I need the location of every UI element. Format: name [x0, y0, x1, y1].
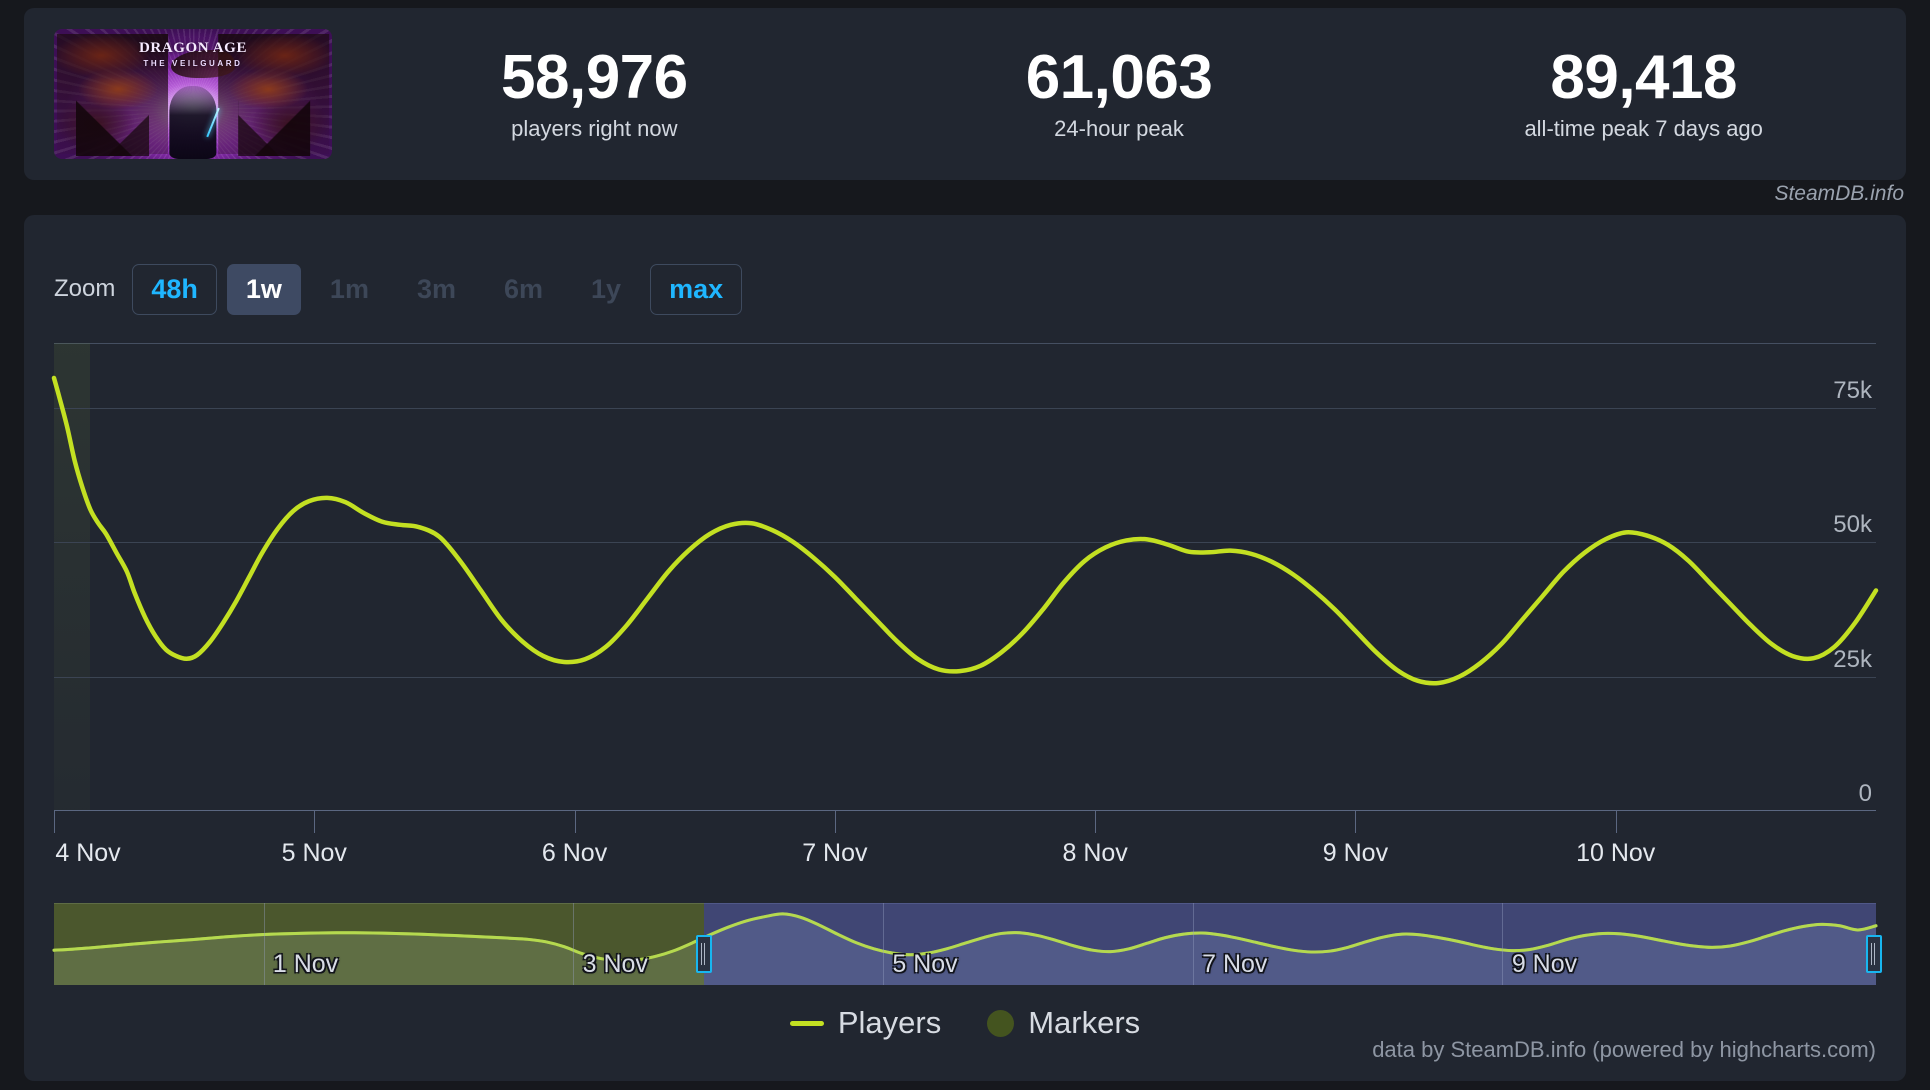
stat-label: 24-hour peak — [1054, 116, 1184, 142]
legend-item-players[interactable]: Players — [789, 1005, 942, 1041]
x-axis-tick-label: 5 Nov — [281, 839, 347, 867]
markers-dot-swatch-icon — [987, 1009, 1015, 1037]
stat-value: 89,418 — [1550, 42, 1737, 112]
x-axis-tick — [1615, 811, 1617, 833]
stats-card: DRAGON AGE THE VEILGUARD 58,976 players … — [24, 8, 1906, 180]
x-axis-tick-label: 4 Nov — [55, 839, 121, 867]
y-axis-tick-label: 25k — [1833, 645, 1872, 673]
chart-card: Zoom 48h 1w 1m 3m 6m 1y max 0 25k 50k 75k 4… — [24, 215, 1906, 1081]
navigator-gridline — [573, 903, 575, 985]
navigator-gridline — [1192, 903, 1194, 985]
y-axis-tick-label: 0 — [1858, 780, 1872, 807]
players-line-swatch-icon — [789, 1020, 824, 1026]
navigator[interactable]: 1 Nov 3 Nov 5 Nov 7 Nov 9 Nov — [54, 903, 1882, 985]
chart-legend: Players Markers — [24, 1005, 1906, 1041]
zoom-button-3m[interactable]: 3m — [398, 264, 475, 315]
legend-item-markers[interactable]: Markers — [987, 1005, 1140, 1041]
x-axis-tick — [574, 811, 576, 833]
zoom-button-1w[interactable]: 1w — [226, 263, 301, 315]
y-axis-tick-label: 75k — [1833, 376, 1872, 404]
x-axis-tick — [1095, 811, 1097, 833]
x-axis-tick — [834, 811, 836, 833]
x-axis-tick-label: 9 Nov — [1322, 839, 1389, 867]
main-plot-area[interactable]: 0 25k 50k 75k — [54, 343, 1876, 811]
zoom-button-max[interactable]: max — [650, 263, 743, 315]
navigator-gridline — [883, 903, 884, 985]
stat-all-time-peak: 89,418 all-time peak 7 days ago — [1381, 42, 1906, 142]
zoom-button-48h[interactable]: 48h — [132, 263, 217, 315]
navigator-gridline — [1502, 903, 1504, 985]
x-axis-tick-label: 10 Nov — [1576, 839, 1656, 867]
stat-24h-peak: 61,063 24-hour peak — [857, 42, 1382, 142]
game-capsule-image[interactable]: DRAGON AGE THE VEILGUARD — [54, 29, 332, 159]
legend-label: Markers — [1028, 1005, 1141, 1040]
navigator-selected-region[interactable] — [704, 903, 1876, 985]
x-axis-tick — [314, 811, 316, 833]
y-axis-tick-label: 50k — [1833, 511, 1872, 539]
zoom-label: Zoom — [54, 275, 116, 302]
x-axis-tick-label: 6 Nov — [541, 839, 608, 867]
navigator-gridline — [263, 903, 265, 985]
handle-grip-icon — [701, 943, 703, 965]
players-line-path — [54, 378, 1876, 683]
x-axis-tick-label: 8 Nov — [1062, 839, 1128, 867]
steamdb-player-chart-page: DRAGON AGE THE VEILGUARD 58,976 players … — [0, 0, 1930, 1090]
zoom-button-1m[interactable]: 1m — [311, 264, 388, 315]
navigator-handle-left[interactable] — [696, 935, 713, 973]
legend-label: Players — [837, 1005, 942, 1040]
stat-label: all-time peak 7 days ago — [1524, 116, 1763, 142]
handle-grip-icon — [1871, 943, 1872, 965]
chart-credit: data by SteamDB.info (powered by highcha… — [1372, 1037, 1876, 1062]
capsule-hero-silhouette — [169, 86, 217, 159]
x-axis-tick — [1355, 811, 1357, 833]
navigator-handle-right[interactable] — [1866, 935, 1882, 973]
x-axis-ticks: 4 Nov 5 Nov 6 Nov 7 Nov 8 Nov 9 Nov 10 Nov — [54, 811, 1876, 881]
navigator-unselected-region[interactable] — [54, 903, 705, 985]
stat-players-now: 58,976 players right now — [332, 42, 857, 142]
stat-label: players right now — [511, 116, 678, 142]
zoom-button-6m[interactable]: 6m — [485, 264, 562, 315]
steamdb-watermark: SteamDB.info — [1774, 182, 1904, 205]
players-line-series — [54, 343, 1876, 811]
zoom-button-1y[interactable]: 1y — [572, 264, 640, 315]
x-axis-tick-label: 7 Nov — [802, 839, 868, 867]
capsule-right-spikes — [237, 83, 310, 157]
x-axis-tick — [54, 811, 55, 833]
stat-value: 58,976 — [501, 42, 688, 112]
zoom-controls: Zoom 48h 1w 1m 3m 6m 1y max — [54, 263, 747, 315]
capsule-left-spikes — [76, 83, 149, 157]
stat-value: 61,063 — [1025, 42, 1213, 112]
